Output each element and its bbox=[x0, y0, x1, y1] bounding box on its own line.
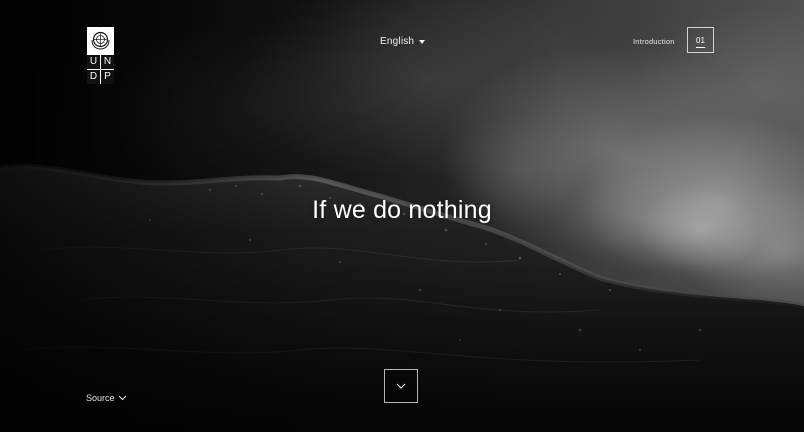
logo-letter: P bbox=[101, 70, 114, 84]
hero-headline: If we do nothing bbox=[312, 196, 492, 224]
undp-logo[interactable]: U N D P bbox=[87, 27, 114, 84]
chapter-title-link[interactable]: Introduction bbox=[633, 37, 675, 46]
logo-letter: D bbox=[87, 70, 100, 84]
logo-letter: N bbox=[101, 55, 114, 69]
caret-down-icon bbox=[419, 40, 426, 44]
chapter-number: 01 bbox=[696, 36, 705, 45]
logo-letter: U bbox=[87, 55, 100, 69]
language-selector[interactable]: English bbox=[380, 36, 426, 47]
chevron-down-icon bbox=[118, 395, 126, 401]
chapter-number-button[interactable]: 01 bbox=[687, 27, 714, 53]
source-toggle[interactable]: Source bbox=[86, 393, 127, 403]
hero-section: U N D P English Introduction 01 If we do… bbox=[0, 0, 804, 432]
undp-letters: U N D P bbox=[87, 55, 114, 84]
language-label: English bbox=[380, 36, 415, 47]
chevron-down-icon bbox=[396, 383, 406, 389]
source-label: Source bbox=[86, 393, 115, 403]
scroll-down-button[interactable] bbox=[384, 369, 418, 403]
un-emblem-icon bbox=[87, 27, 114, 54]
chapter-underline bbox=[696, 47, 705, 48]
